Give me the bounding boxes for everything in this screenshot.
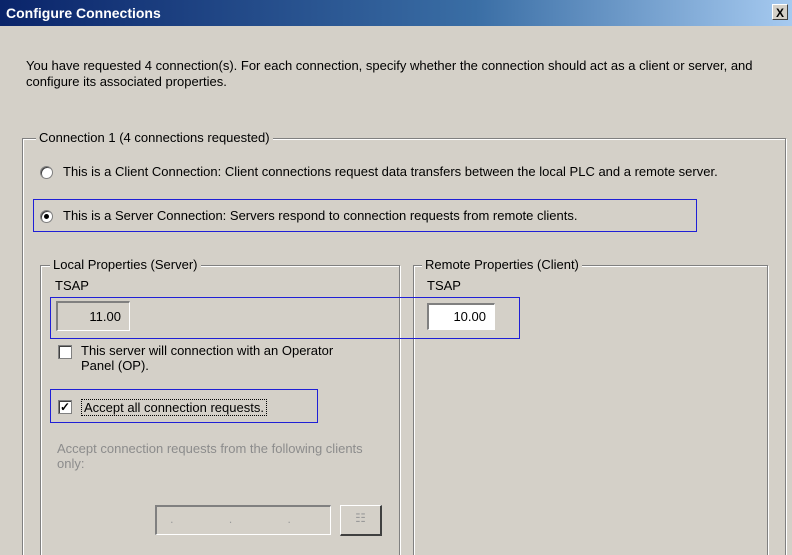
address-book-button: ☷	[340, 505, 382, 536]
dialog-titlebar: Configure Connections X	[0, 0, 792, 26]
accept-from-label: Accept connection requests from the foll…	[57, 441, 363, 471]
client-ip-address-field: . . .	[155, 505, 331, 535]
remote-properties-label: Remote Properties (Client)	[422, 257, 582, 272]
tsap-highlight	[50, 297, 520, 339]
local-tsap-label: TSAP	[55, 278, 89, 293]
client-connection-label[interactable]: This is a Client Connection: Client conn…	[63, 164, 763, 179]
remote-tsap-label: TSAP	[427, 278, 461, 293]
operator-panel-checkbox[interactable]	[58, 345, 72, 359]
address-book-icon: ☷	[355, 511, 366, 525]
operator-panel-label[interactable]: This server will connection with an Oper…	[81, 343, 341, 373]
accept-all-highlight	[50, 389, 318, 423]
server-option-highlight	[33, 199, 697, 232]
dialog-title: Configure Connections	[6, 5, 161, 21]
close-button[interactable]: X	[772, 4, 788, 20]
connection-groupbox-label: Connection 1 (4 connections requested)	[36, 130, 273, 145]
local-properties-label: Local Properties (Server)	[50, 257, 201, 272]
client-connection-radio[interactable]	[40, 166, 53, 179]
intro-text: You have requested 4 connection(s). For …	[26, 58, 753, 89]
close-icon: X	[775, 6, 784, 20]
